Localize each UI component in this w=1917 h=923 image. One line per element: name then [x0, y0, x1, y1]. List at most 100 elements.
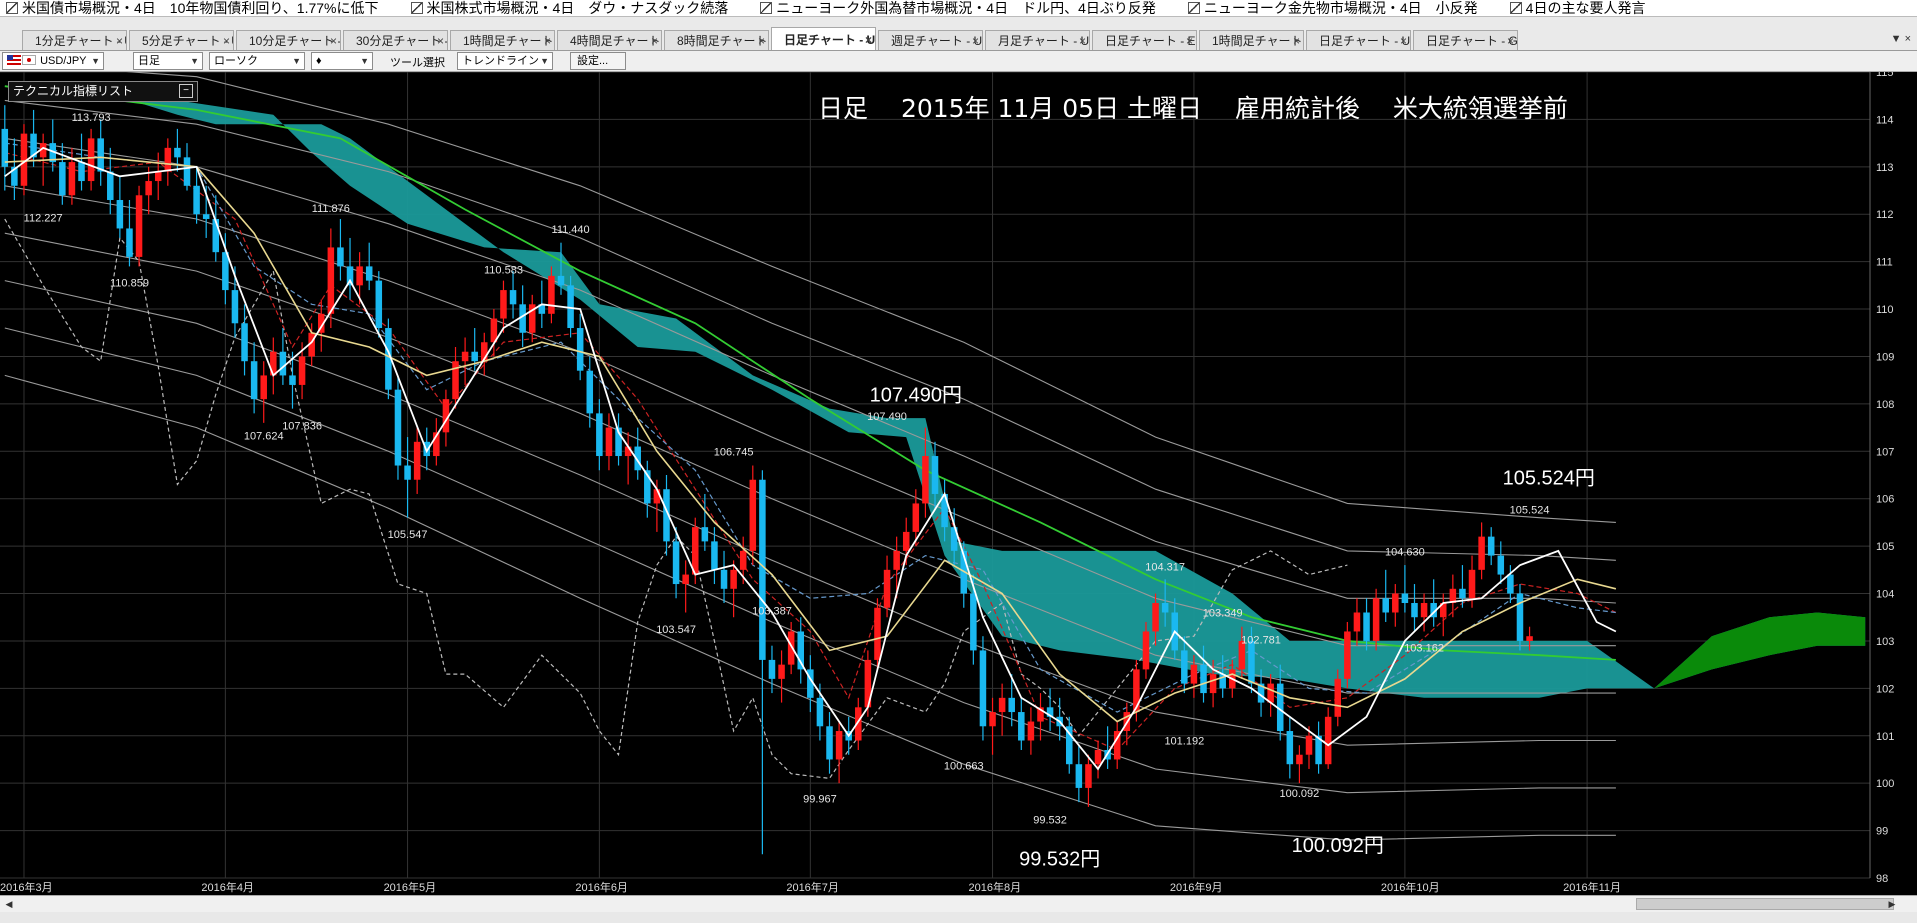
ticker-text: ニューヨーク外国為替市場概況・4日 ドル円、4日ぶり反発: [776, 0, 1156, 16]
candle-down: [116, 200, 124, 229]
x-tick-label: 2016年9月: [1170, 880, 1223, 894]
news-ticker[interactable]: 米国債市場概況・4日 10年物国債利回り、1.77%に低下 米国株式市場概況・4日…: [0, 0, 1917, 16]
chart-tab[interactable]: 1分足チャート - U ×: [22, 30, 127, 50]
candle-down: [720, 569, 728, 589]
close-icon[interactable]: ×: [1293, 31, 1300, 50]
close-icon[interactable]: ×: [1079, 31, 1086, 50]
scrollbar-thumb[interactable]: [1636, 898, 1894, 910]
line-style-select[interactable]: ♦ ▼: [311, 52, 373, 70]
ticker-text: 米国株式市場概況・4日 ダウ・ナスダック続落: [426, 0, 729, 16]
price-extreme-label: 110.583: [484, 264, 523, 276]
candle-down: [768, 659, 776, 679]
candle-down: [1516, 593, 1524, 641]
price-annotation: 99.532円: [1019, 849, 1100, 871]
close-icon[interactable]: ×: [437, 31, 444, 50]
ticker-text: ニューヨーク金先物市場概況・4日 小反発: [1203, 0, 1478, 16]
chart-tab[interactable]: 月足チャート - USI×: [985, 30, 1090, 50]
y-tick-label: 111: [1876, 257, 1893, 269]
candle-down: [1382, 598, 1389, 613]
chart-tab[interactable]: 日足チャート - GBI×: [1413, 30, 1518, 50]
close-icon[interactable]: ×: [758, 31, 765, 50]
chart-tab[interactable]: 日足チャート - USI×: [1306, 30, 1411, 50]
candle-down: [1487, 536, 1495, 556]
close-icon[interactable]: ×: [116, 31, 123, 50]
price-extreme-label: 113.793: [72, 112, 111, 124]
close-icon[interactable]: ×: [330, 31, 337, 50]
currency-pair-select[interactable]: USD/JPY ▼: [2, 52, 104, 70]
ticker-item[interactable]: 4日の主な要人発言: [1504, 0, 1645, 16]
period-select[interactable]: 日足 ▼: [133, 52, 203, 70]
close-icon[interactable]: ×: [865, 28, 872, 50]
chart-tab-label: 10分足チャート - U: [249, 34, 340, 48]
price-extreme-label: 103.387: [752, 606, 792, 618]
candle-down: [711, 541, 718, 570]
candle-down: [672, 541, 680, 585]
candle-down: [1459, 588, 1466, 599]
y-tick-label: 103: [1876, 636, 1894, 648]
candle-down: [97, 138, 104, 172]
close-icon[interactable]: ×: [544, 31, 551, 50]
chart-tab[interactable]: 5分足チャート - U ×: [129, 30, 234, 50]
y-tick-label: 98: [1876, 873, 1888, 885]
candle-up: [298, 356, 306, 385]
chart-tab[interactable]: 日足チャート - US ×: [771, 27, 876, 50]
price-extreme-label: 107.836: [282, 421, 322, 433]
ticker-item[interactable]: ニューヨーク金先物市場概況・4日 小反発: [1182, 0, 1478, 16]
chart-horizontal-scrollbar[interactable]: ◀ ▶: [0, 895, 1917, 912]
close-icon[interactable]: ×: [1400, 31, 1407, 50]
y-tick-label: 101: [1876, 731, 1894, 743]
jp-flag-icon: [22, 55, 36, 65]
scroll-right-arrow-icon[interactable]: ▶: [1884, 897, 1900, 911]
y-tick-label: 105: [1876, 541, 1894, 553]
scroll-left-arrow-icon[interactable]: ◀: [1, 897, 17, 911]
ticker-item[interactable]: 米国株式市場概況・4日 ダウ・ナスダック続落: [405, 0, 729, 16]
technical-indicator-list[interactable]: テクニカル指標リスト −: [8, 81, 198, 102]
chart-tab[interactable]: 1時間足チャート - ×: [1199, 30, 1304, 50]
ticker-item[interactable]: ニューヨーク外国為替市場概況・4日 ドル円、4日ぶり反発: [754, 0, 1156, 16]
y-tick-label: 112: [1876, 209, 1894, 221]
drawing-tool-select[interactable]: トレンドライン ▼: [457, 52, 553, 70]
chart-tab[interactable]: 週足チャート - USI×: [878, 30, 983, 50]
close-icon[interactable]: ×: [1186, 31, 1193, 50]
tab-scroll-control[interactable]: ▼ ×: [1891, 33, 1911, 45]
ticker-item[interactable]: 米国債市場概況・4日 10年物国債利回り、1.77%に低下: [0, 0, 379, 16]
minimize-icon[interactable]: −: [179, 84, 193, 98]
news-icon: [1187, 2, 1200, 14]
x-tick-label: 2016年11月: [1563, 880, 1621, 894]
price-extreme-label: 111.440: [552, 224, 590, 236]
close-icon[interactable]: ×: [223, 31, 230, 50]
candlestick-chart-svg[interactable]: 98 99 100 101 102 103 104 105 106 107 108 109 110 111…: [0, 72, 1917, 895]
y-tick-label: 108: [1876, 399, 1894, 411]
settings-button[interactable]: 設定...: [570, 52, 626, 70]
candle-up: [164, 147, 172, 172]
x-tick-label: 2016年3月: [0, 880, 53, 894]
candle-down: [1286, 731, 1294, 765]
chevron-down-icon: ▼: [540, 56, 549, 66]
period-value: 日足: [138, 55, 160, 67]
close-icon[interactable]: ×: [1507, 31, 1514, 50]
candle-up: [461, 351, 469, 362]
y-tick-label: 115: [1876, 72, 1894, 79]
chart-tab[interactable]: 30分足チャート - U×: [343, 30, 448, 50]
chart-tab[interactable]: 1時間足チャート - ×: [450, 30, 555, 50]
price-chart[interactable]: 98 99 100 101 102 103 104 105 106 107 108 109 110 111…: [0, 72, 1917, 895]
candle-down: [1200, 664, 1207, 694]
chart-tab-label: 1分足チャート - U: [35, 34, 127, 48]
candle-up: [356, 266, 363, 286]
close-icon[interactable]: ×: [651, 31, 658, 50]
candle-down: [394, 389, 402, 466]
chart-tab[interactable]: 8時間足チャート - ×: [664, 30, 769, 50]
chart-tab[interactable]: 10分足チャート - U×: [236, 30, 341, 50]
chart-type-select[interactable]: ローソク ▼: [209, 52, 305, 70]
candle-up: [739, 550, 747, 570]
chart-tab[interactable]: 4時間足チャート - ×: [557, 30, 662, 50]
price-extreme-label: 99.532: [1033, 814, 1067, 826]
candle-up: [902, 531, 910, 551]
candle-down: [193, 185, 200, 215]
chart-tab[interactable]: 日足チャート - EUF×: [1092, 30, 1197, 50]
close-icon[interactable]: ×: [972, 31, 979, 50]
y-tick-label: 107: [1876, 446, 1894, 458]
price-extreme-label: 105.547: [388, 529, 428, 541]
candle-down: [174, 147, 181, 158]
candle-up: [682, 574, 689, 585]
